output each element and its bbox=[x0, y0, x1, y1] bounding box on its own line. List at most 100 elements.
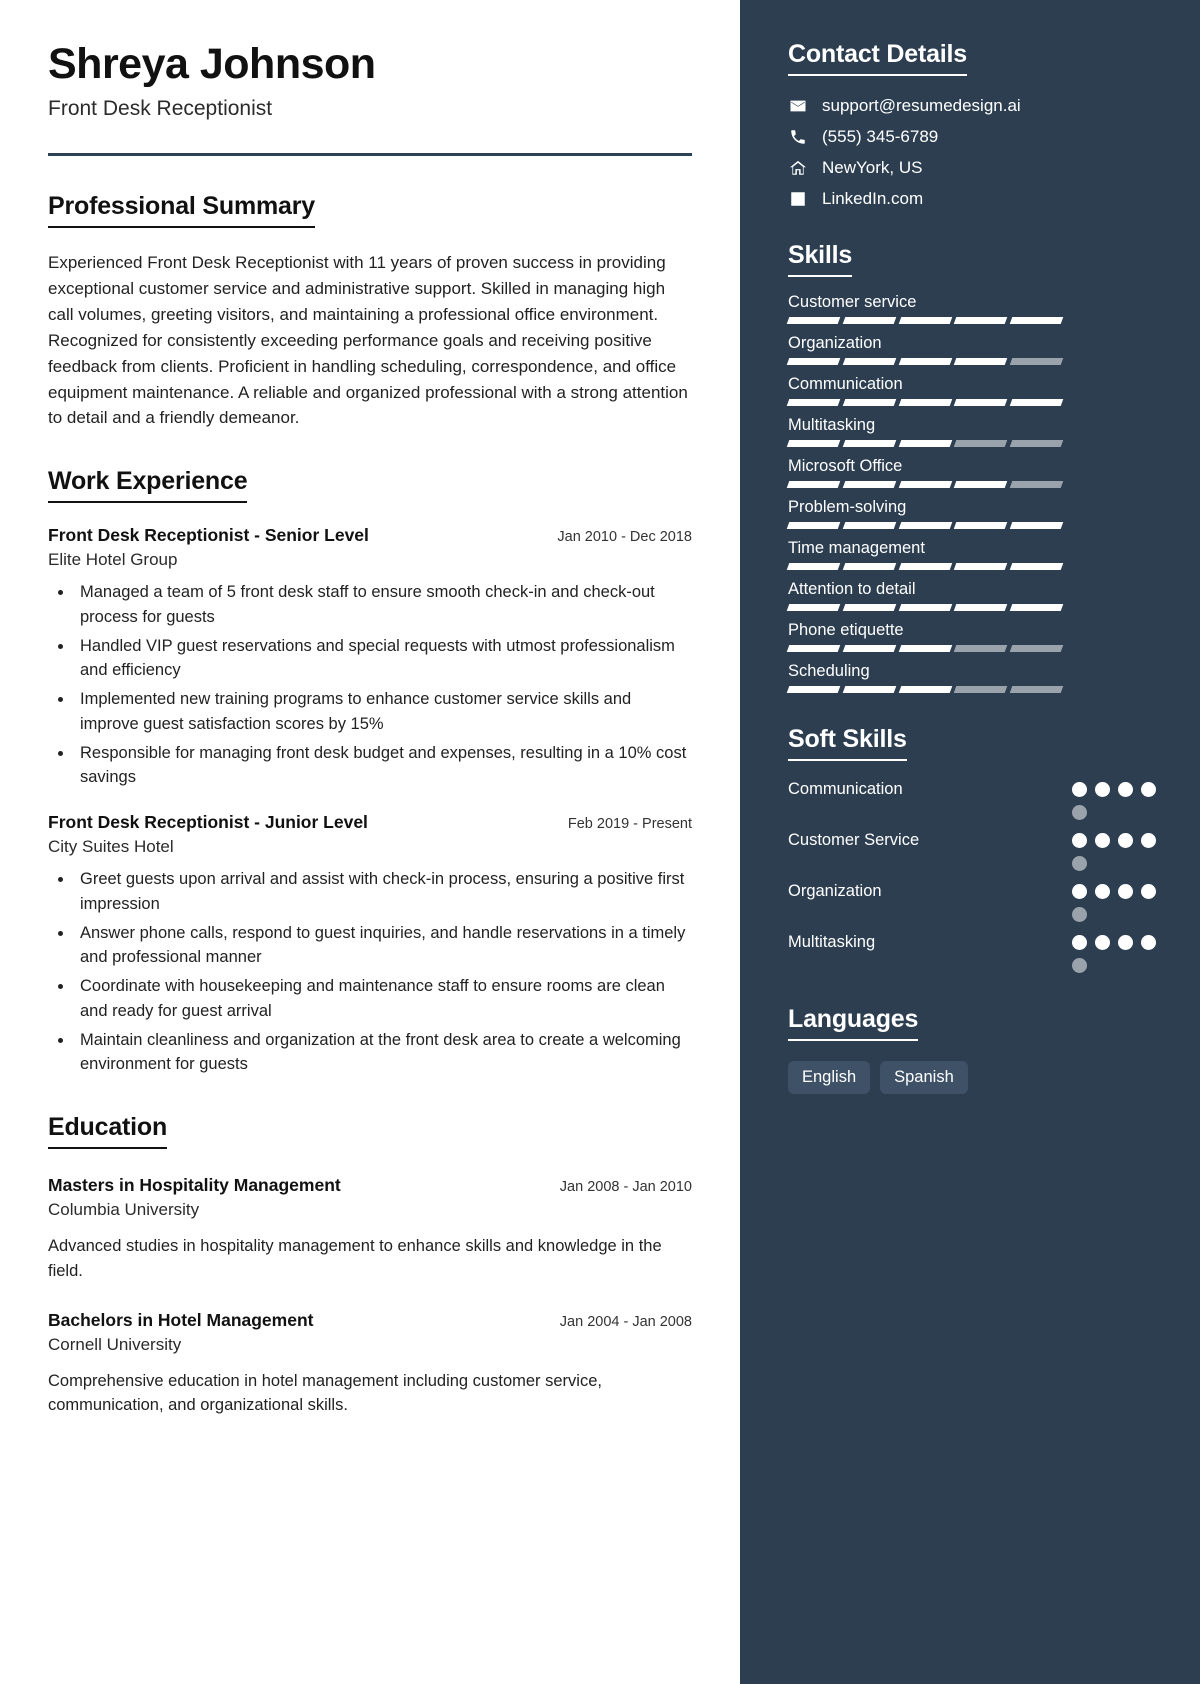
skill-bar-segment bbox=[1009, 563, 1064, 570]
soft-skill-dot bbox=[1072, 907, 1087, 922]
skill-bar-segment bbox=[786, 481, 841, 488]
work-entry: Front Desk Receptionist - Senior Level Ja… bbox=[48, 525, 692, 790]
work-bullet-item: Handled VIP guest reservations and speci… bbox=[74, 634, 692, 684]
section-title-work: Work Experience bbox=[48, 467, 248, 504]
soft-skill-dots bbox=[1072, 879, 1160, 922]
soft-skill-row: Multitasking bbox=[788, 930, 1160, 973]
skill-bar-segment bbox=[954, 686, 1008, 693]
work-entry-list: Front Desk Receptionist - Senior Level Ja… bbox=[48, 525, 692, 1077]
skill-row: Scheduling bbox=[786, 662, 1160, 693]
soft-skill-dot bbox=[1095, 935, 1110, 950]
skill-row: Organization bbox=[786, 334, 1160, 365]
education-entry-header: Masters in Hospitality Management Jan 200… bbox=[48, 1175, 692, 1196]
work-entry-title: Front Desk Receptionist - Junior Level bbox=[48, 812, 368, 833]
skill-bar-segment bbox=[786, 522, 841, 529]
skill-bar-segment bbox=[842, 563, 896, 570]
skill-bar-segment bbox=[786, 317, 841, 324]
work-entry-organization: Elite Hotel Group bbox=[48, 550, 178, 570]
language-tag: English bbox=[788, 1061, 871, 1094]
skill-bar-segment bbox=[898, 317, 952, 324]
soft-skill-dot bbox=[1141, 833, 1156, 848]
work-entry-bullets: Greet guests upon arrival and assist wit… bbox=[74, 867, 692, 1077]
soft-skill-dot bbox=[1072, 884, 1087, 899]
soft-skill-dot bbox=[1141, 884, 1156, 899]
skill-bar-segment bbox=[954, 440, 1008, 447]
section-title-education: Education bbox=[48, 1113, 167, 1150]
soft-skill-dot bbox=[1118, 884, 1133, 899]
home-icon bbox=[788, 158, 808, 178]
skill-bar-segment bbox=[898, 399, 952, 406]
skill-bar-segment bbox=[954, 563, 1008, 570]
skill-bar-segment bbox=[898, 440, 952, 447]
skill-level-bar bbox=[786, 563, 1064, 570]
skill-bar-segment bbox=[786, 604, 841, 611]
contact-value[interactable]: (555) 345-6789 bbox=[822, 127, 938, 147]
soft-skill-dots bbox=[1072, 828, 1160, 871]
language-tag-list: English Spanish bbox=[788, 1061, 1160, 1094]
skill-row: Multitasking bbox=[786, 416, 1160, 447]
contact-row: NewYork, US bbox=[788, 158, 1160, 178]
skill-level-bar bbox=[786, 358, 1064, 365]
contact-list: support@resumedesign.ai (555) 345-6789 New… bbox=[788, 96, 1160, 209]
contact-row: (555) 345-6789 bbox=[788, 127, 1160, 147]
skill-row: Attention to detail bbox=[786, 580, 1160, 611]
contact-value[interactable]: support@resumedesign.ai bbox=[822, 96, 1021, 116]
skill-bar-segment bbox=[786, 686, 841, 693]
phone-icon bbox=[788, 127, 808, 147]
education-entry: Masters in Hospitality Management Jan 200… bbox=[48, 1175, 692, 1284]
contact-value[interactable]: NewYork, US bbox=[822, 158, 922, 178]
contact-row: support@resumedesign.ai bbox=[788, 96, 1160, 116]
work-bullet-item: Answer phone calls, respond to guest inq… bbox=[74, 921, 692, 971]
section-title-soft-skills: Soft Skills bbox=[788, 725, 907, 761]
soft-skill-dot bbox=[1141, 935, 1156, 950]
header-divider bbox=[48, 153, 692, 157]
education-entry-header: Bachelors in Hotel Management Jan 2004 - … bbox=[48, 1310, 692, 1331]
skill-bar-segment bbox=[1009, 317, 1064, 324]
skill-bar-segment bbox=[786, 399, 841, 406]
work-bullet-item: Responsible for managing front desk budg… bbox=[74, 741, 692, 791]
skill-bar-segment bbox=[898, 645, 952, 652]
work-bullet-item: Greet guests upon arrival and assist wit… bbox=[74, 867, 692, 917]
resume-page: Shreya Johnson Front Desk Receptionist P… bbox=[0, 0, 1200, 1684]
candidate-name: Shreya Johnson bbox=[48, 40, 376, 88]
soft-skill-name: Multitasking bbox=[788, 933, 876, 951]
skill-bar-segment bbox=[842, 645, 896, 652]
soft-skill-dot bbox=[1095, 782, 1110, 797]
soft-skill-name: Communication bbox=[788, 780, 903, 798]
education-entry-description: Advanced studies in hospitality manageme… bbox=[48, 1237, 662, 1280]
education-entry-institution: Cornell University bbox=[48, 1334, 182, 1354]
work-entry: Front Desk Receptionist - Junior Level Fe… bbox=[48, 812, 692, 1077]
work-entry-organization: City Suites Hotel bbox=[48, 837, 174, 857]
skill-level-bar bbox=[786, 317, 1064, 324]
resume-header: Shreya Johnson Front Desk Receptionist bbox=[48, 40, 692, 157]
soft-skill-dot bbox=[1072, 856, 1087, 871]
skill-level-bar bbox=[786, 686, 1064, 693]
skill-bar-segment bbox=[954, 522, 1008, 529]
work-entry-bullets: Managed a team of 5 front desk staff to … bbox=[74, 580, 692, 790]
section-title-summary: Professional Summary bbox=[48, 192, 315, 229]
soft-skill-row: Organization bbox=[788, 879, 1160, 922]
skill-name: Communication bbox=[788, 375, 903, 393]
main-column: Shreya Johnson Front Desk Receptionist P… bbox=[0, 0, 740, 1684]
skill-bar-segment bbox=[1009, 604, 1064, 611]
soft-skill-dot bbox=[1118, 935, 1133, 950]
skill-bar-segment bbox=[898, 686, 952, 693]
skill-bar-segment bbox=[1009, 399, 1064, 406]
skill-bar-segment bbox=[1009, 522, 1064, 529]
education-entry: Bachelors in Hotel Management Jan 2004 - … bbox=[48, 1310, 692, 1419]
skill-bar-segment bbox=[842, 686, 896, 693]
work-entry-header: Front Desk Receptionist - Junior Level Fe… bbox=[48, 812, 692, 833]
skill-bar-segment bbox=[1009, 645, 1064, 652]
skill-bar-segment bbox=[898, 604, 952, 611]
section-professional-summary: Professional Summary Experienced Front D… bbox=[48, 192, 692, 431]
contact-value[interactable]: LinkedIn.com bbox=[822, 189, 923, 209]
soft-skill-dot bbox=[1072, 805, 1087, 820]
skill-level-bar bbox=[786, 481, 1064, 488]
section-contact-details: Contact Details support@resumedesign.ai (… bbox=[788, 40, 1160, 209]
soft-skill-row: Customer Service bbox=[788, 828, 1160, 871]
sidebar: Contact Details support@resumedesign.ai (… bbox=[740, 0, 1200, 1684]
soft-skill-dot bbox=[1072, 935, 1087, 950]
skill-bar-segment bbox=[954, 645, 1008, 652]
skill-name: Organization bbox=[788, 334, 882, 352]
soft-skill-dot bbox=[1118, 833, 1133, 848]
